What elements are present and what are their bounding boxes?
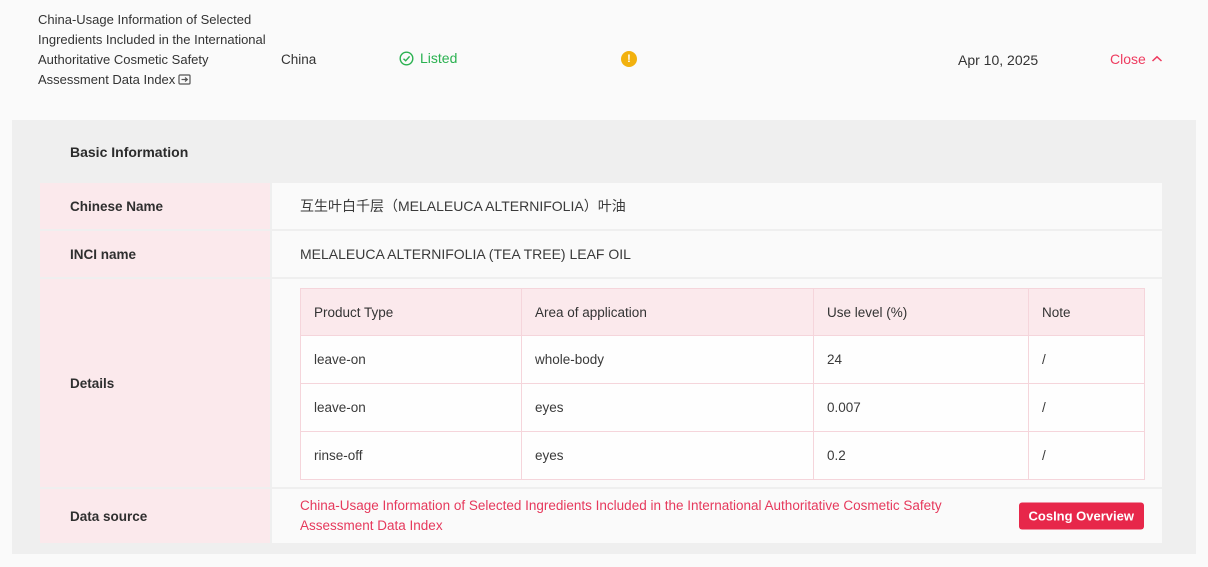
status-label: Listed: [420, 50, 457, 66]
close-button[interactable]: Close: [1110, 51, 1163, 67]
external-link-icon[interactable]: [178, 72, 191, 92]
table-cell: leave-on: [301, 336, 522, 384]
table-cell: rinse-off: [301, 432, 522, 480]
table-cell: 0.2: [814, 432, 1029, 480]
inci-name-value: MELALEUCA ALTERNIFOLIA (TEA TREE) LEAF O…: [272, 231, 1162, 277]
chevron-up-icon: [1151, 55, 1163, 63]
inci-name-label: INCI name: [40, 231, 270, 277]
column-header-use-level: Use level (%): [814, 289, 1029, 336]
field-row-data-source: Data source China-Usage Information of S…: [40, 489, 1162, 543]
column-header-area: Area of application: [522, 289, 814, 336]
close-label: Close: [1110, 51, 1146, 67]
region-label: China: [281, 52, 316, 67]
warning-circle-icon[interactable]: !: [621, 51, 637, 67]
details-table-body: leave-onwhole-body24/leave-oneyes0.007/r…: [301, 336, 1145, 480]
table-cell: 24: [814, 336, 1029, 384]
field-row-chinese-name: Chinese Name 互生叶白千层（MELALEUCA ALTERNIFOL…: [40, 183, 1162, 229]
check-circle-icon: [399, 51, 414, 66]
status-badge: Listed: [399, 50, 457, 66]
record-date: Apr 10, 2025: [958, 52, 1038, 68]
data-source-value: China-Usage Information of Selected Ingr…: [272, 489, 1162, 543]
details-table: Product Type Area of application Use lev…: [300, 288, 1145, 480]
table-row: leave-oneyes0.007/: [301, 384, 1145, 432]
details-label: Details: [40, 279, 270, 487]
detail-panel: Basic Information Chinese Name 互生叶白千层（ME…: [12, 120, 1196, 554]
table-cell: whole-body: [522, 336, 814, 384]
table-row: rinse-offeyes0.2/: [301, 432, 1145, 480]
column-header-product-type: Product Type: [301, 289, 522, 336]
column-header-note: Note: [1029, 289, 1145, 336]
chinese-name-label: Chinese Name: [40, 183, 270, 229]
table-row: leave-onwhole-body24/: [301, 336, 1145, 384]
chinese-name-value: 互生叶白千层（MELALEUCA ALTERNIFOLIA）叶油: [272, 183, 1162, 229]
field-rows: Chinese Name 互生叶白千层（MELALEUCA ALTERNIFOL…: [40, 183, 1162, 545]
data-source-link[interactable]: China-Usage Information of Selected Ingr…: [300, 496, 1000, 536]
details-value: Product Type Area of application Use lev…: [272, 279, 1162, 487]
field-row-details: Details Product Type Area of application…: [40, 279, 1162, 487]
cosing-overview-button[interactable]: CosIng Overview: [1019, 503, 1144, 530]
table-cell: eyes: [522, 432, 814, 480]
table-cell: /: [1029, 432, 1145, 480]
table-cell: leave-on: [301, 384, 522, 432]
source-title: China-Usage Information of Selected Ingr…: [38, 10, 274, 92]
data-source-label: Data source: [40, 489, 270, 543]
field-row-inci-name: INCI name MELALEUCA ALTERNIFOLIA (TEA TR…: [40, 231, 1162, 277]
table-cell: /: [1029, 336, 1145, 384]
ingredient-summary-row: China-Usage Information of Selected Ingr…: [0, 0, 1208, 118]
table-cell: /: [1029, 384, 1145, 432]
details-table-header-row: Product Type Area of application Use lev…: [301, 289, 1145, 336]
table-cell: 0.007: [814, 384, 1029, 432]
table-cell: eyes: [522, 384, 814, 432]
source-title-text: China-Usage Information of Selected Ingr…: [38, 12, 266, 87]
section-title: Basic Information: [70, 144, 188, 160]
